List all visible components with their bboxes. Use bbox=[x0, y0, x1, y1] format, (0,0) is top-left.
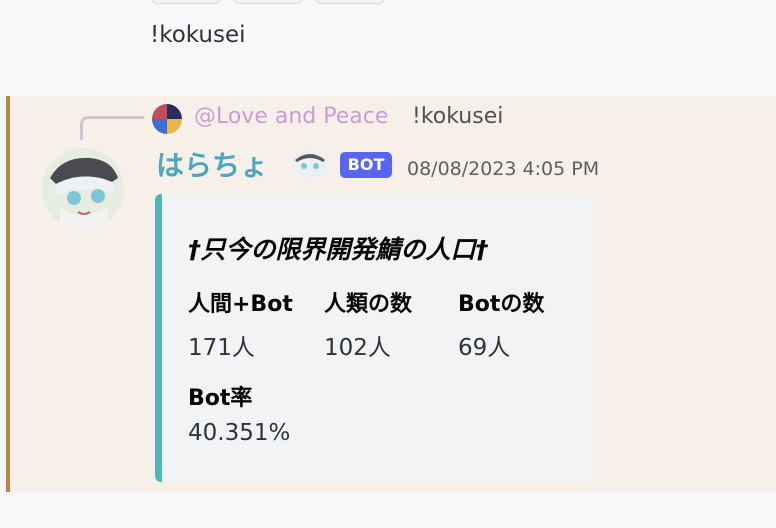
author-avatar[interactable] bbox=[42, 148, 124, 230]
previous-message-text: !kokusei bbox=[150, 22, 246, 48]
reply-connector bbox=[80, 116, 144, 140]
embed-field-value: 40.351% bbox=[188, 420, 291, 446]
embed-field-value: 69人 bbox=[458, 335, 511, 361]
embed-field-value: 102人 bbox=[324, 335, 391, 361]
bot-message[interactable]: @Love and Peace !kokusei はらちょ BOT 08/08/… bbox=[6, 96, 776, 492]
author-username[interactable]: はらちょ bbox=[156, 144, 268, 184]
embed-field-name: Bot率 bbox=[188, 386, 253, 411]
message-timestamp[interactable]: 08/08/2023 4:05 PM bbox=[407, 158, 599, 180]
embed-card: †只今の限界開発鯖の人口† 人間+Bot 171人 人類の数 102人 Botの… bbox=[155, 194, 592, 482]
reply-preview-text[interactable]: !kokusei bbox=[412, 104, 503, 129]
embed-field-value: 171人 bbox=[188, 335, 255, 361]
bot-tag: BOT bbox=[340, 152, 392, 178]
embed-field-name: 人間+Bot bbox=[188, 292, 293, 317]
author-role-icon bbox=[289, 148, 331, 180]
embed-title: †只今の限界開発鯖の人口† bbox=[188, 235, 489, 264]
reply-author-avatar[interactable] bbox=[152, 104, 182, 134]
reaction-bar bbox=[150, 0, 386, 4]
reaction-button[interactable] bbox=[150, 0, 222, 4]
embed-field-name: 人類の数 bbox=[324, 292, 413, 317]
reply-mention[interactable]: @Love and Peace bbox=[194, 104, 388, 129]
reaction-button[interactable] bbox=[232, 0, 304, 4]
embed-field-name: Botの数 bbox=[458, 292, 545, 317]
reaction-button[interactable] bbox=[314, 0, 386, 4]
chat-bottom-area bbox=[0, 492, 776, 528]
